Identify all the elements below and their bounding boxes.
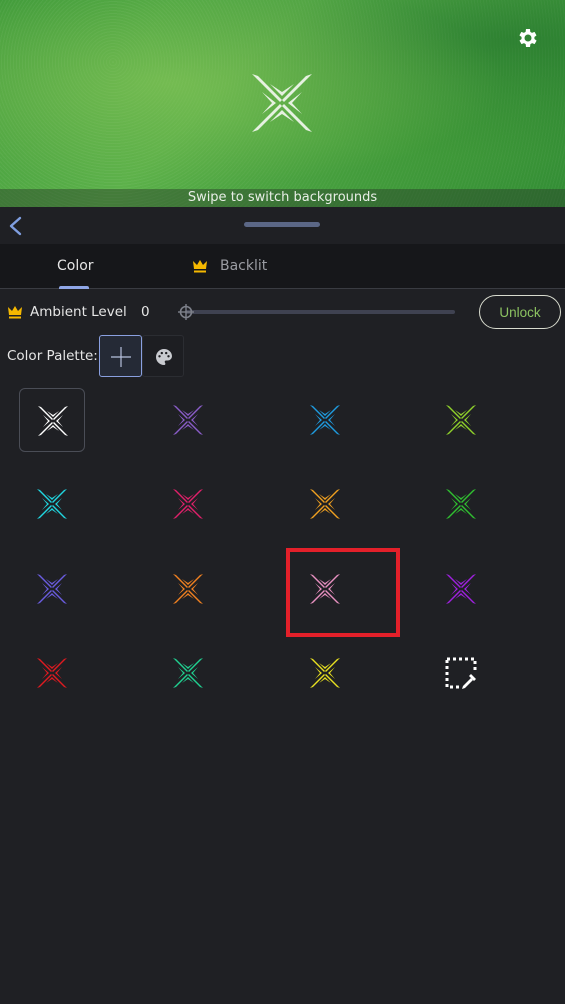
color-swatch-indigo[interactable] — [19, 557, 85, 621]
x-logo-icon — [173, 574, 203, 604]
chevron-left-icon[interactable] — [6, 215, 26, 237]
x-logo-icon — [38, 406, 68, 436]
crown-icon — [8, 306, 22, 319]
x-logo-icon — [173, 489, 203, 519]
drag-handle[interactable] — [244, 222, 320, 227]
x-logo-icon — [37, 658, 67, 688]
color-swatch-custom[interactable] — [428, 641, 494, 705]
color-swatch-orange[interactable] — [155, 557, 221, 621]
x-logo-icon — [310, 574, 340, 604]
color-swatch-teal[interactable] — [155, 641, 221, 705]
tab-color-label: Color — [57, 258, 94, 274]
palette-icon — [156, 349, 172, 365]
x-logo-icon — [173, 405, 203, 435]
color-palette-row: Color Palette: — [0, 334, 565, 378]
ambient-level-row: Ambient Level 0 Unlock — [0, 294, 565, 330]
unlock-button[interactable]: Unlock — [479, 295, 561, 329]
x-logo-icon — [252, 74, 312, 132]
ambient-level-label: Ambient Level — [30, 304, 127, 320]
tab-color[interactable]: Color — [57, 244, 94, 289]
color-swatch-yellow[interactable] — [292, 641, 358, 705]
color-swatch-violet[interactable] — [428, 557, 494, 621]
tab-backlit[interactable]: Backlit — [192, 244, 267, 289]
eyedropper-icon — [445, 657, 477, 689]
crown-icon — [193, 260, 207, 273]
swipe-hint: Swipe to switch backgrounds — [0, 189, 565, 207]
color-swatch-pink[interactable] — [292, 557, 358, 621]
ambient-level-slider[interactable] — [185, 310, 455, 314]
slider-thumb[interactable] — [177, 303, 195, 321]
color-swatch-blue[interactable] — [292, 388, 358, 452]
color-swatch-amber[interactable] — [292, 472, 358, 536]
x-logo-icon — [310, 405, 340, 435]
palette-picker-button[interactable] — [142, 335, 184, 377]
color-swatch-magenta[interactable] — [155, 472, 221, 536]
color-swatch-lime[interactable] — [428, 388, 494, 452]
x-logo-icon — [446, 405, 476, 435]
active-tab-indicator — [59, 286, 89, 289]
x-logo-icon — [37, 489, 67, 519]
x-logo-icon — [173, 658, 203, 688]
color-swatch-red[interactable] — [19, 641, 85, 705]
color-swatch-white[interactable] — [19, 388, 85, 452]
add-palette-button[interactable] — [99, 335, 142, 377]
x-logo-icon — [310, 658, 340, 688]
tab-backlit-label: Backlit — [220, 258, 268, 274]
gear-icon[interactable] — [515, 26, 539, 50]
color-swatch-purple[interactable] — [155, 388, 221, 452]
top-bar — [0, 207, 565, 244]
x-logo-icon — [37, 574, 67, 604]
tab-bar: Color Backlit — [0, 244, 565, 289]
x-logo-icon — [310, 489, 340, 519]
color-swatch-cyan[interactable] — [19, 472, 85, 536]
color-palette-label: Color Palette: — [7, 348, 98, 364]
plus-icon — [111, 347, 131, 367]
x-logo-icon — [446, 489, 476, 519]
x-logo-icon — [446, 574, 476, 604]
color-swatch-green[interactable] — [428, 472, 494, 536]
ambient-level-value: 0 — [141, 304, 150, 320]
background-preview[interactable]: Swipe to switch backgrounds — [0, 0, 565, 207]
